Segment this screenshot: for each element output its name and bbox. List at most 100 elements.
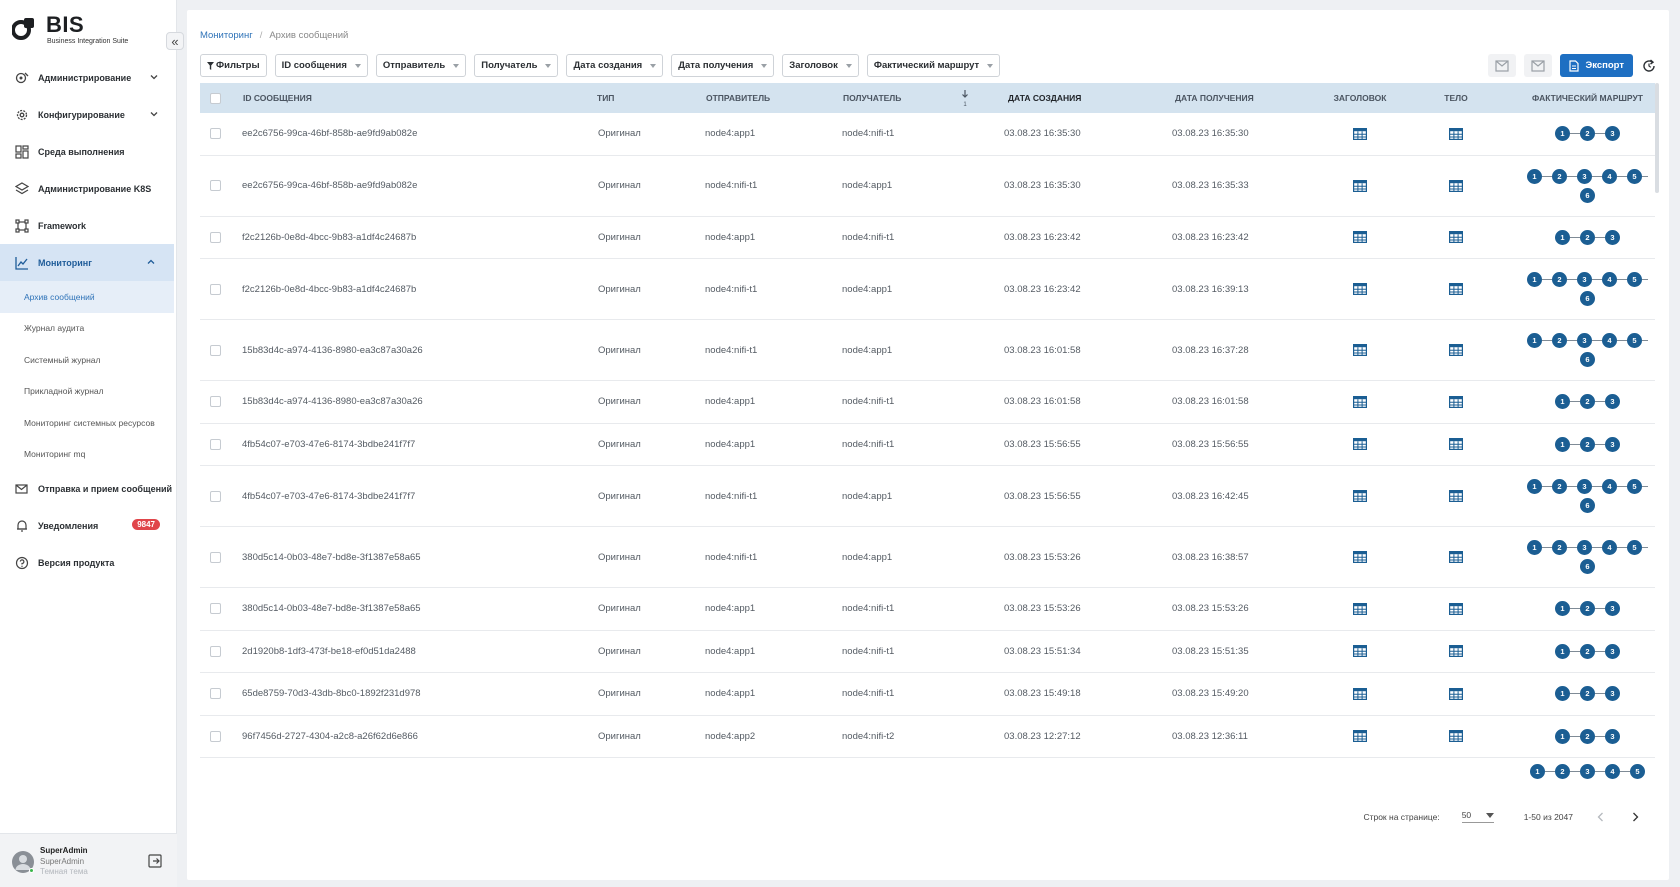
route-node[interactable]: 3 [1577,479,1592,494]
route-node[interactable]: 1 [1527,333,1542,348]
table-row[interactable]: f2c2126b-0e8d-4bcc-9b83-a1df4c24687b Ориг… [200,259,1655,320]
cell-message-id[interactable]: 4fb54c07-e703-47e6-8174-3bdbe241f7f7 [242,424,415,466]
table-row-partial[interactable]: 12345 [200,758,1655,793]
route-node[interactable]: 3 [1605,229,1620,245]
route-node[interactable]: 2 [1552,333,1567,348]
cell-message-id[interactable]: 15b83d4c-a974-4136-8980-ea3c87a30a26 [242,320,423,380]
cell-message-id[interactable]: 96f7456d-2727-4304-a2c8-a26f62d6e866 [242,716,418,758]
table-view-icon[interactable] [1449,645,1464,658]
table-row[interactable]: 65de8759-70d3-43db-8bc0-1892f231d978 Ориг… [200,673,1655,716]
previous-page-icon[interactable] [1595,811,1607,823]
export-button[interactable]: Экспорт [1560,54,1633,77]
route-node[interactable]: 5 [1627,168,1642,184]
table-view-icon[interactable] [1353,645,1368,658]
sidebar-item-send-receive[interactable]: Отправка и прием сообщений [0,470,177,507]
cell-message-id[interactable]: f2c2126b-0e8d-4bcc-9b83-a1df4c24687b [242,259,416,319]
breadcrumb-parent-link[interactable]: Мониторинг [200,30,253,41]
route-node[interactable]: 1 [1530,764,1545,779]
route-node[interactable]: 2 [1580,394,1595,410]
row-checkbox[interactable] [210,645,221,657]
filter-sender-dropdown[interactable]: Отправитель [375,54,467,77]
row-checkbox[interactable] [210,283,221,295]
table-row[interactable]: 4fb54c07-e703-47e6-8174-3bdbe241f7f7 Ориг… [200,424,1655,466]
sidebar-item-notifications[interactable]: Уведомления 9847 [0,507,177,544]
rows-per-page-select[interactable]: 50 [1461,810,1494,823]
table-row[interactable]: 4fb54c07-e703-47e6-8174-3bdbe241f7f7 Ориг… [200,466,1655,527]
route-node[interactable]: 4 [1605,764,1620,779]
sidebar-item-configuration[interactable]: Конфигурирование [0,96,177,133]
sidebar-subitem-resource-monitoring[interactable]: Мониторинг системных ресурсов [0,407,177,439]
table-view-icon[interactable] [1353,730,1368,743]
column-header-body[interactable]: Тело [1416,83,1496,113]
route-node[interactable]: 1 [1555,686,1570,702]
route-node[interactable]: 1 [1555,394,1570,410]
route-node[interactable]: 5 [1627,479,1642,494]
table-view-icon[interactable] [1353,602,1368,615]
table-row[interactable]: 15b83d4c-a974-4136-8980-ea3c87a30a26 Ориг… [200,381,1655,424]
filter-route-dropdown[interactable]: Фактический маршрут [866,54,1001,77]
route-node[interactable]: 6 [1580,352,1595,367]
sidebar-subitem-audit-log[interactable]: Журнал аудита [0,313,177,345]
select-all-checkbox[interactable] [210,92,221,104]
table-view-icon[interactable] [1449,344,1464,357]
row-checkbox[interactable] [210,438,221,450]
route-node[interactable]: 2 [1580,126,1595,142]
filter-message-id-dropdown[interactable]: ID сообщения [274,54,368,77]
column-header-type[interactable]: Тип [597,83,614,113]
refresh-history-icon[interactable] [1641,58,1657,74]
mark-read-button[interactable] [1488,54,1517,77]
route-node[interactable]: 2 [1552,540,1567,555]
table-view-icon[interactable] [1449,231,1464,244]
route-node[interactable]: 4 [1602,168,1617,184]
route-node[interactable]: 3 [1580,764,1595,779]
sidebar-item-monitoring[interactable]: Мониторинг [0,244,174,281]
column-header-received[interactable]: Дата получения [1175,83,1254,113]
column-header-receiver[interactable]: Получатель [843,83,901,113]
route-node[interactable]: 3 [1605,601,1620,617]
sidebar-item-k8s[interactable]: Администрирование K8S [0,170,177,207]
route-node[interactable]: 1 [1555,436,1570,452]
route-node[interactable]: 2 [1580,686,1595,702]
route-node[interactable]: 1 [1555,601,1570,617]
sidebar-subitem-mq-monitoring[interactable]: Мониторинг mq [0,439,177,471]
cell-message-id[interactable]: f2c2126b-0e8d-4bcc-9b83-a1df4c24687b [242,217,416,259]
route-node[interactable]: 4 [1602,479,1617,494]
table-view-icon[interactable] [1449,687,1464,700]
cell-message-id[interactable]: 4fb54c07-e703-47e6-8174-3bdbe241f7f7 [242,466,415,526]
table-row[interactable]: 380d5c14-0b03-48e7-bd8e-3f1387e58a65 Ориг… [200,588,1655,631]
table-view-icon[interactable] [1449,127,1464,140]
route-node[interactable]: 3 [1605,686,1620,702]
table-view-icon[interactable] [1353,179,1368,192]
route-node[interactable]: 3 [1577,540,1592,555]
row-checkbox[interactable] [210,490,221,502]
route-node[interactable]: 3 [1577,168,1592,184]
table-view-icon[interactable] [1353,687,1368,700]
column-header-created[interactable]: Дата создания [1008,83,1081,113]
filter-received-date-dropdown[interactable]: Дата получения [671,54,775,77]
route-node[interactable]: 1 [1527,168,1542,184]
route-node[interactable]: 1 [1555,728,1570,744]
sidebar-subitem-system-log[interactable]: Системный журнал [0,344,177,376]
route-node[interactable]: 5 [1627,333,1642,348]
route-node[interactable]: 2 [1580,601,1595,617]
row-checkbox[interactable] [210,128,221,140]
row-checkbox[interactable] [210,730,221,742]
table-view-icon[interactable] [1449,551,1464,564]
route-node[interactable]: 4 [1602,272,1617,287]
table-view-icon[interactable] [1353,283,1368,296]
table-view-icon[interactable] [1353,395,1368,408]
cell-message-id[interactable]: ee2c6756-99ca-46bf-858b-ae9fd9ab082e [242,113,417,155]
next-page-icon[interactable] [1629,811,1641,823]
route-node[interactable]: 1 [1555,229,1570,245]
table-view-icon[interactable] [1353,344,1368,357]
resend-button[interactable] [1524,54,1553,77]
cell-message-id[interactable]: 2d1920b8-1df3-473f-be18-ef0d51da2488 [242,631,416,673]
row-checkbox[interactable] [210,180,221,191]
table-view-icon[interactable] [1353,231,1368,244]
route-node[interactable]: 2 [1580,728,1595,744]
route-node[interactable]: 6 [1580,559,1595,574]
table-row[interactable]: 2d1920b8-1df3-473f-be18-ef0d51da2488 Ориг… [200,631,1655,673]
cell-message-id[interactable]: 380d5c14-0b03-48e7-bd8e-3f1387e58a65 [242,527,421,587]
theme-toggle-link[interactable]: Темная тема [40,867,88,876]
route-node[interactable]: 6 [1580,291,1595,306]
